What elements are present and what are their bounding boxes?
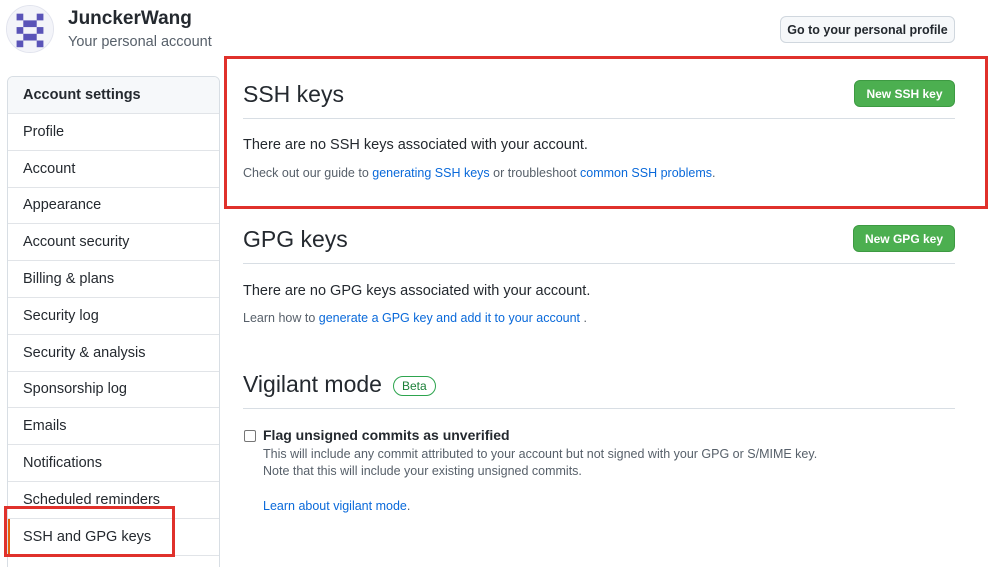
sidebar-item-appearance[interactable]: Appearance (8, 188, 219, 225)
ssh-section-highlight (224, 56, 988, 209)
sidebar-item-ssh-gpg-keys[interactable]: SSH and GPG keys (8, 518, 219, 556)
vigilant-learn-text: Learn about vigilant mode. (263, 499, 410, 513)
vigilant-learn-suffix: . (406, 499, 411, 513)
sidebar-item-account-security[interactable]: Account security (8, 224, 219, 262)
ssh-help-text: Check out our guide to generating SSH ke… (243, 166, 716, 180)
generating-ssh-keys-link[interactable]: generating SSH keys (372, 166, 489, 180)
gpg-empty-message: There are no GPG keys associated with yo… (243, 283, 591, 299)
sidebar-item-security-analysis[interactable]: Security & analysis (8, 335, 219, 372)
common-ssh-problems-link[interactable]: common SSH problems (580, 166, 712, 180)
sidebar-item-emails[interactable]: Emails (8, 408, 219, 446)
vigilant-description-line1: This will include any commit attributed … (263, 447, 818, 461)
sidebar-item-account[interactable]: Account (8, 151, 219, 188)
vigilant-description-line2: Note that this will include your existin… (263, 464, 582, 478)
account-subtitle: Your personal account (68, 34, 212, 50)
settings-page: JunckerWang Your personal account Go to … (0, 0, 1000, 567)
go-to-profile-button[interactable]: Go to your personal profile (780, 16, 955, 43)
gpg-help-text: Learn how to generate a GPG key and add … (243, 311, 587, 325)
learn-vigilant-mode-link[interactable]: Learn about vigilant mode (263, 499, 407, 513)
gpg-keys-title: GPG keys (243, 226, 348, 252)
vigilant-divider (243, 408, 955, 409)
sidebar-item-notifications[interactable]: Notifications (8, 445, 219, 482)
flag-unsigned-commits-label[interactable]: Flag unsigned commits as unverified (263, 427, 510, 443)
flag-unsigned-commits-checkbox[interactable] (244, 430, 256, 442)
gpg-divider (243, 263, 955, 264)
settings-sidebar: Account settings Profile Account Appeara… (7, 76, 220, 567)
sidebar-item-security-log[interactable]: Security log (8, 298, 219, 335)
ssh-divider (243, 118, 955, 119)
ssh-help-middle: or troubleshoot (489, 166, 581, 180)
sidebar-item-billing[interactable]: Billing & plans (8, 261, 219, 298)
gpg-help-prefix: Learn how to (243, 311, 319, 325)
user-name[interactable]: JunckerWang (68, 8, 192, 30)
generate-gpg-key-link[interactable]: generate a GPG key and add it to your ac… (319, 311, 580, 325)
ssh-keys-title: SSH keys (243, 81, 344, 107)
beta-badge: Beta (393, 376, 436, 396)
ssh-help-suffix: . (712, 166, 716, 180)
vigilant-mode-title: Vigilant mode (243, 371, 382, 397)
sidebar-item-sponsorship-log[interactable]: Sponsorship log (8, 372, 219, 409)
user-avatar[interactable] (6, 5, 54, 53)
ssh-help-prefix: Check out our guide to (243, 166, 373, 180)
identicon-icon (7, 6, 53, 52)
sidebar-item-profile[interactable]: Profile (8, 114, 219, 151)
sidebar-item-scheduled-reminders[interactable]: Scheduled reminders (8, 482, 219, 519)
new-gpg-key-button[interactable]: New GPG key (853, 225, 955, 252)
sidebar-heading: Account settings (8, 77, 219, 114)
gpg-help-suffix: . (580, 311, 587, 325)
new-ssh-key-button[interactable]: New SSH key (854, 80, 955, 107)
ssh-empty-message: There are no SSH keys associated with yo… (243, 137, 588, 153)
